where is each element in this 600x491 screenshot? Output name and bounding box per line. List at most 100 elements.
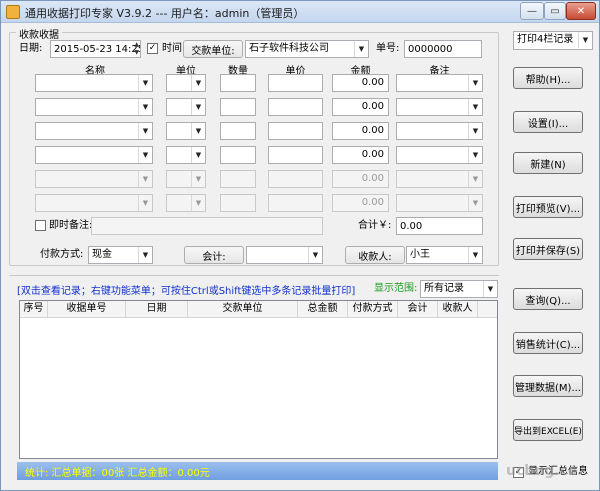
help-button-label: 帮助(H)... (525, 74, 571, 86)
chevron-down-icon: ▼ (138, 75, 152, 91)
close-icon: ✕ (576, 5, 586, 17)
query-button[interactable]: 查询(Q)... (513, 288, 583, 310)
row-name-select[interactable]: ▼ (35, 74, 153, 92)
row-note-select[interactable]: ▼ (396, 122, 483, 140)
new-button[interactable]: 新建(N) (513, 152, 583, 174)
chevron-down-icon: ▼ (468, 123, 482, 139)
close-button[interactable]: ✕ (566, 2, 596, 20)
row-name-select[interactable]: ▼ (35, 98, 153, 116)
row-amount-field[interactable]: 0.00 (332, 194, 389, 212)
row-unit-select[interactable]: ▼ (166, 146, 206, 164)
row-amount-field[interactable]: 0.00 (332, 146, 389, 164)
help-button[interactable]: 帮助(H)... (513, 67, 583, 89)
print-preview-button[interactable]: 打印预览(V)... (513, 196, 583, 218)
number-field[interactable]: 0000000 (404, 40, 482, 58)
row-unit-select[interactable]: ▼ (166, 74, 206, 92)
title-bar[interactable]: 通用收据打印专家 V3.9.2 --- 用户名：admin（管理员） — ▭ ✕ (1, 1, 599, 23)
row-name-select[interactable]: ▼ (35, 146, 153, 164)
row-note-select[interactable]: ▼ (396, 146, 483, 164)
chevron-down-icon: ▼ (138, 99, 152, 115)
row-price-field[interactable] (268, 74, 323, 92)
records-header-index[interactable]: 序号 (20, 301, 48, 318)
records-hint: [双击查看记录；右键功能菜单；可按住Ctrl或Shift键选中多条记录批量打印] (17, 286, 356, 297)
payment-label: 付款方式: (40, 249, 84, 260)
instant-note-field[interactable] (91, 217, 323, 235)
row-qty-field[interactable] (220, 74, 256, 92)
print-columns-select[interactable]: 打印4栏记录 ▼ (513, 31, 593, 50)
receipt-group-title: 收款收据 (16, 26, 62, 41)
row-note-select[interactable]: ▼ (396, 98, 483, 116)
receiver-button[interactable]: 收款人: (345, 246, 405, 264)
payer-select[interactable]: 石子软件科技公司 ▼ (245, 40, 369, 58)
date-value: 2015-05-23 14:25: (54, 43, 141, 55)
row-name-select[interactable]: ▼ (35, 194, 153, 212)
records-header-accountant[interactable]: 会计 (398, 301, 438, 318)
query-button-label: 查询(Q)... (525, 295, 571, 307)
export-excel-button[interactable]: 导出到EXCEL(E) (513, 419, 583, 441)
chevron-down-icon: ▼ (191, 75, 205, 91)
records-table[interactable]: 序号 收据单号 日期 交款单位 总金额 付款方式 会计 收款人 (19, 300, 498, 459)
accountant-select[interactable]: ▼ (246, 246, 323, 264)
payer-button[interactable]: 交款单位: (183, 40, 243, 58)
sales-stats-button[interactable]: 销售统计(C)... (513, 332, 583, 354)
minimize-button[interactable]: — (520, 2, 544, 20)
row-amount-field[interactable]: 0.00 (332, 98, 389, 116)
row-unit-select[interactable]: ▼ (166, 98, 206, 116)
minimize-icon: — (527, 5, 537, 17)
row-price-field[interactable] (268, 122, 323, 140)
chevron-down-icon: ▼ (468, 171, 482, 187)
status-text: 统计: 汇总单据：00张 汇总金额：0.00元 (25, 467, 210, 479)
row-price-field[interactable] (268, 146, 323, 164)
row-name-select[interactable]: ▼ (35, 122, 153, 140)
chevron-down-icon: ▼ (138, 247, 152, 263)
date-picker[interactable]: 2015-05-23 14:25: ▲ ▼ (50, 40, 141, 58)
print-save-button[interactable]: 打印并保存(S) (513, 238, 583, 260)
records-header-date[interactable]: 日期 (126, 301, 188, 318)
row-note-select[interactable]: ▼ (396, 194, 483, 212)
sales-stats-label: 销售统计(C)... (515, 339, 581, 351)
records-header-payment[interactable]: 付款方式 (348, 301, 398, 318)
row-name-select[interactable]: ▼ (35, 170, 153, 188)
records-header-receiver[interactable]: 收款人 (438, 301, 478, 318)
date-label: 日期: (19, 43, 43, 54)
time-checkbox[interactable]: ✓ (147, 43, 158, 54)
row-unit-select[interactable]: ▼ (166, 194, 206, 212)
row-price-field[interactable] (268, 194, 323, 212)
records-header-payer[interactable]: 交款单位 (188, 301, 298, 318)
instant-note-checkbox[interactable] (35, 220, 46, 231)
accountant-button[interactable]: 会计: (184, 246, 244, 264)
row-note-select[interactable]: ▼ (396, 170, 483, 188)
row-amount-field[interactable]: 0.00 (332, 170, 389, 188)
accountant-label: 会计: (202, 251, 226, 263)
number-value: 0000000 (408, 43, 453, 55)
payer-button-label: 交款单位: (191, 45, 235, 57)
range-select[interactable]: 所有记录 ▼ (420, 280, 498, 298)
records-header-total[interactable]: 总金额 (298, 301, 348, 318)
row-price-field[interactable] (268, 98, 323, 116)
manage-data-button[interactable]: 管理数据(M)... (513, 375, 583, 397)
chevron-down-icon: ▼ (468, 99, 482, 115)
maximize-button[interactable]: ▭ (544, 2, 566, 20)
row-amount-field[interactable]: 0.00 (332, 122, 389, 140)
print-save-label: 打印并保存(S) (515, 245, 581, 257)
row-qty-field[interactable] (220, 98, 256, 116)
print-preview-label: 打印预览(V)... (515, 203, 581, 215)
row-unit-select[interactable]: ▼ (166, 122, 206, 140)
chevron-down-icon: ▼ (138, 171, 152, 187)
chevron-down-icon: ▼ (468, 75, 482, 91)
settings-button-label: 设置(I)... (527, 118, 569, 130)
row-qty-field[interactable] (220, 170, 256, 188)
total-value: 0.00 (400, 220, 423, 232)
row-qty-field[interactable] (220, 194, 256, 212)
row-unit-select[interactable]: ▼ (166, 170, 206, 188)
receiver-select[interactable]: 小王 ▼ (406, 246, 483, 264)
row-qty-field[interactable] (220, 146, 256, 164)
row-amount-field[interactable]: 0.00 (332, 74, 389, 92)
spin-icon[interactable]: ▲ ▼ (134, 41, 139, 57)
row-qty-field[interactable] (220, 122, 256, 140)
settings-button[interactable]: 设置(I)... (513, 111, 583, 133)
records-header-number[interactable]: 收据单号 (48, 301, 126, 318)
row-price-field[interactable] (268, 170, 323, 188)
row-note-select[interactable]: ▼ (396, 74, 483, 92)
payment-select[interactable]: 现金 ▼ (88, 246, 153, 264)
